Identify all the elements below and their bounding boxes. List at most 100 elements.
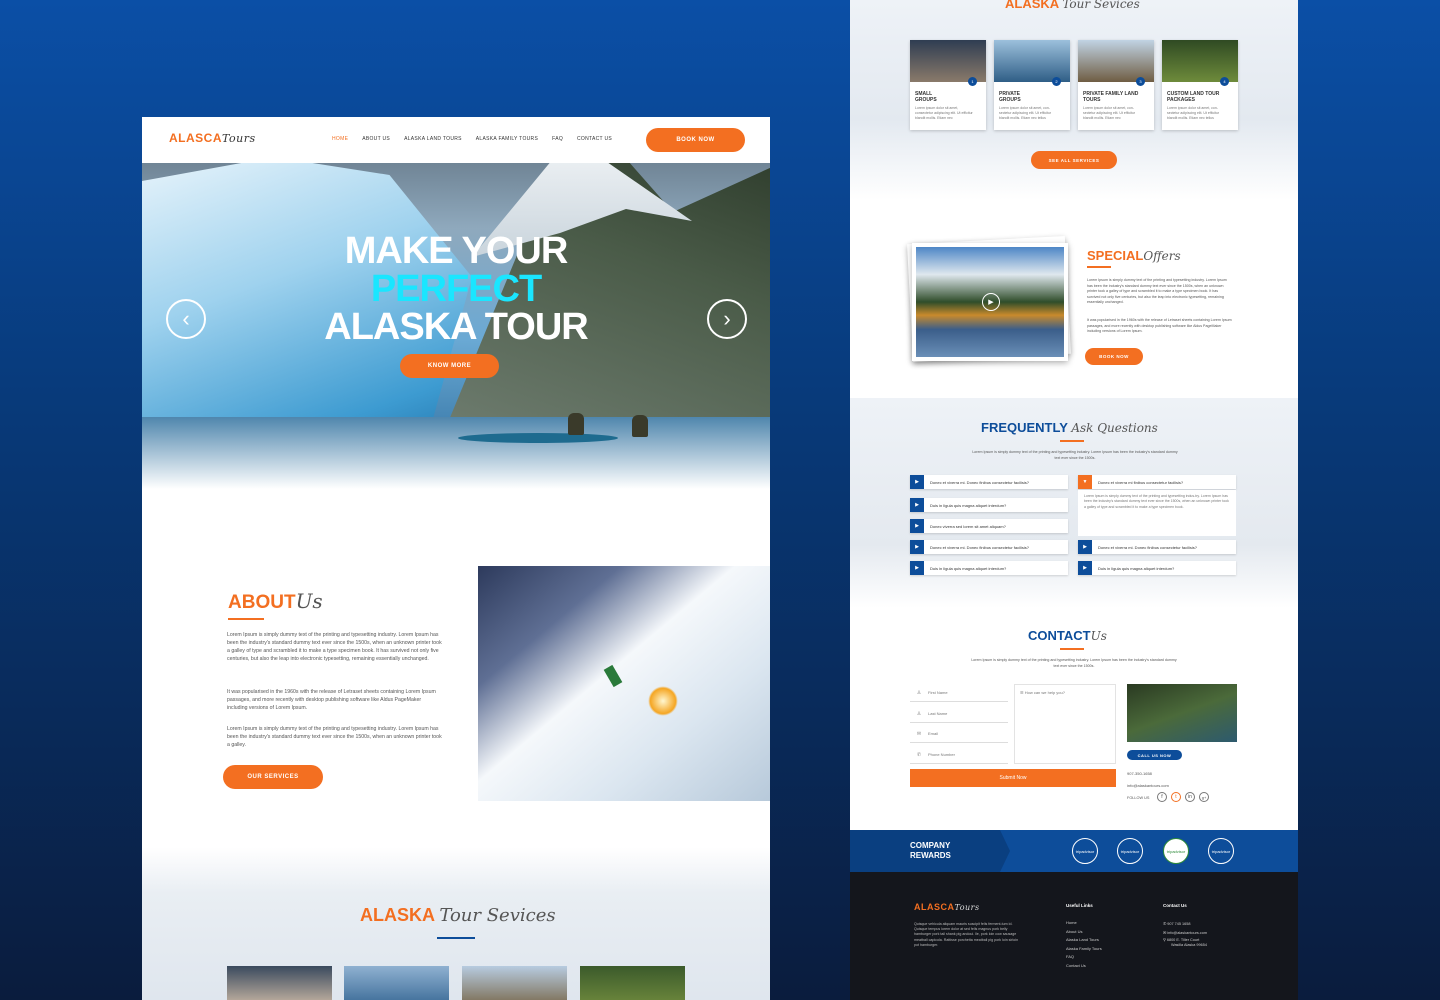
service-card[interactable]: 4 CUSTOM LAND TOUR PACKAGES Lorem ipsum …: [1162, 40, 1238, 130]
contact-email[interactable]: info@alaskantours.com: [1127, 783, 1169, 788]
about-paragraph-2: It was popularised in the 1960s with the…: [227, 689, 436, 712]
hero-section: MAKE YOUR PERFECT ALASKA TOUR KNOW MORE …: [142, 117, 770, 489]
hero-headline-line2: PERFECT: [370, 268, 542, 310]
faq-item[interactable]: ▶ Duis in ligula quis magna aliquet inter…: [910, 561, 1068, 575]
faq-answer: Lorem Ipsum is simply dummy text of the …: [1078, 490, 1236, 536]
kayaker-figure: [568, 413, 584, 435]
submit-button[interactable]: Submit Now: [910, 769, 1116, 787]
kayaker-figure: [632, 415, 648, 437]
play-icon: ▶: [910, 475, 924, 489]
footer-phone[interactable]: ✆ 907 745 1658: [1163, 920, 1207, 929]
footer-link-contact[interactable]: Contact Us: [1066, 962, 1102, 971]
faq-title: FREQUENTLY Ask Questions: [981, 420, 1158, 435]
linkedin-icon[interactable]: in: [1185, 792, 1195, 802]
about-title: ABOUTUs: [228, 589, 323, 614]
nav-faq[interactable]: FAQ: [552, 136, 563, 142]
water-image: [142, 417, 770, 489]
footer-link-family-tours[interactable]: Alaska Family Tours: [1066, 945, 1102, 954]
footer-contact-title: Contact Us: [1163, 903, 1187, 908]
first-name-field[interactable]: ♙ First Name: [910, 684, 1008, 702]
field-placeholder: Email: [928, 731, 939, 736]
nav-contact[interactable]: CONTACT US: [577, 136, 612, 142]
contact-phone[interactable]: 907-350-1658: [1127, 771, 1152, 776]
twitter-icon[interactable]: t: [1171, 792, 1181, 802]
footer-link-land-tours[interactable]: Alaska Land Tours: [1066, 936, 1102, 945]
logo-brand: ALASCA: [169, 131, 222, 145]
faq-item[interactable]: ▶ Donec et viverra mi. Donec finibus cons…: [1078, 540, 1236, 554]
footer-address: ⚲ 6800 E. Tiller Court Wasilla Alaska 996…: [1163, 938, 1207, 948]
services-title-script: Tour Sevices: [1062, 0, 1140, 11]
service-card-text: Lorem ipsum dolor sit amet, con-sectetur…: [1083, 106, 1136, 120]
book-now-button[interactable]: BOOK NOW: [646, 128, 745, 152]
play-icon: ▶: [910, 498, 924, 512]
footer-logo[interactable]: ALASCATours: [914, 902, 980, 912]
play-icon: ▶: [910, 519, 924, 533]
special-title-script: Offers: [1143, 249, 1181, 263]
footer-link-about[interactable]: About Us: [1066, 928, 1102, 937]
service-card-text: Lorem ipsum dolor sit amet, consectetur …: [915, 106, 973, 120]
call-us-now-button[interactable]: CALL US NOW: [1127, 750, 1182, 760]
play-icon: ▶: [910, 540, 924, 554]
service-card[interactable]: 2 PRIVATE GROUPS Lorem ipsum dolor sit a…: [994, 40, 1070, 130]
facebook-icon[interactable]: f: [1157, 792, 1167, 802]
kayak-image: [458, 433, 618, 443]
service-thumb-4: [580, 966, 685, 1000]
phone-field[interactable]: ✆ Phone Number: [910, 746, 1008, 764]
follow-us-label: FOLLOW US: [1127, 796, 1150, 800]
email-field[interactable]: ✉ Email: [910, 725, 1008, 743]
field-placeholder: First Name: [928, 690, 948, 695]
nav-home[interactable]: HOME: [332, 136, 348, 142]
faq-item[interactable]: ▶ Donec et viverra mi. Donec finibus cons…: [910, 540, 1068, 554]
rewards-label: COMPANY REWARDS: [910, 841, 951, 861]
service-card-number: 3: [1136, 77, 1145, 86]
message-textarea[interactable]: ☰ How can we help you?: [1014, 684, 1116, 764]
service-card-text: Lorem ipsum dolor sit amet, con-sectetur…: [999, 106, 1052, 120]
faq-title-text: FREQUENTLY: [981, 420, 1068, 435]
phone-icon: ✆: [916, 751, 922, 758]
field-placeholder: Phone Number: [928, 752, 955, 757]
faq-item[interactable]: ▶ Duis in ligula quis magna aliquet inter…: [910, 498, 1068, 512]
service-card-number: 4: [1220, 77, 1229, 86]
arrow-left-icon[interactable]: ‹: [166, 299, 206, 339]
about-title-text: ABOUT: [228, 592, 296, 613]
services-title: ALASKA Tour Sevices: [360, 905, 556, 926]
site-logo[interactable]: ALASCATours: [169, 131, 256, 145]
special-book-now-button[interactable]: BOOK NOW: [1085, 348, 1143, 365]
contact-title: CONTACTUs: [1028, 628, 1107, 643]
service-card-image: [1162, 40, 1238, 82]
special-paragraph-1: Lorem Ipsum is simply dummy text of the …: [1087, 278, 1227, 305]
play-icon: ▶: [1078, 540, 1092, 554]
nav-family-tours[interactable]: ALASKA FAMILY TOURS: [476, 136, 538, 142]
mail-icon: ✉: [916, 730, 922, 737]
service-card-title: PRIVATE GROUPS: [999, 91, 1021, 103]
arrow-right-icon[interactable]: ›: [707, 299, 747, 339]
see-all-services-button[interactable]: SEE ALL SERVICES: [1031, 151, 1117, 169]
footer-link-home[interactable]: Home: [1066, 919, 1102, 928]
service-thumb-2: [344, 966, 449, 1000]
faq-item-open[interactable]: ▼ Donec et viverra mi finibus consectetur…: [1078, 475, 1236, 489]
services-underline: [437, 937, 475, 939]
nav-land-tours[interactable]: ALASKA LAND TOURS: [404, 136, 462, 142]
desktop-mockup-left: MAKE YOUR PERFECT ALASKA TOUR KNOW MORE …: [142, 117, 770, 1000]
faq-item[interactable]: ▶ Donec viverra sed lorem sit amet aliqua…: [910, 519, 1068, 533]
service-card-image: [1078, 40, 1154, 82]
faq-item[interactable]: ▶ Duis in ligula quis magna aliquet inter…: [1078, 561, 1236, 575]
footer-email[interactable]: ✉ info@alaskantours.com: [1163, 929, 1207, 938]
service-card-title: SMALL GROUPS: [915, 91, 937, 103]
nav-about[interactable]: ABOUT US: [362, 136, 390, 142]
play-icon[interactable]: ▶: [982, 293, 1000, 311]
our-services-button[interactable]: OUR SERVICES: [223, 765, 323, 789]
faq-item[interactable]: ▶ Donec et viverra mi. Donec finibus cons…: [910, 475, 1068, 489]
know-more-button[interactable]: KNOW MORE: [400, 354, 499, 378]
last-name-field[interactable]: ♙ Last Name: [910, 705, 1008, 723]
footer-link-faq[interactable]: FAQ: [1066, 953, 1102, 962]
faq-question: Duis in ligula quis magna aliquet interd…: [1098, 565, 1175, 571]
company-rewards-bar: COMPANY REWARDS tripadvisor tripadvisor t…: [850, 830, 1298, 872]
hero-headline-line3: ALASKA TOUR: [324, 306, 588, 348]
tripadvisor-badge-icon: tripadvisor: [1072, 838, 1098, 864]
service-card[interactable]: 3 PRIVATE FAMILY LAND TOURS Lorem ipsum …: [1078, 40, 1154, 130]
contact-kayak-image: [1127, 684, 1237, 742]
service-card[interactable]: 1 SMALL GROUPS Lorem ipsum dolor sit ame…: [910, 40, 986, 130]
google-plus-icon[interactable]: g+: [1199, 792, 1209, 802]
service-thumb-3: [462, 966, 567, 1000]
